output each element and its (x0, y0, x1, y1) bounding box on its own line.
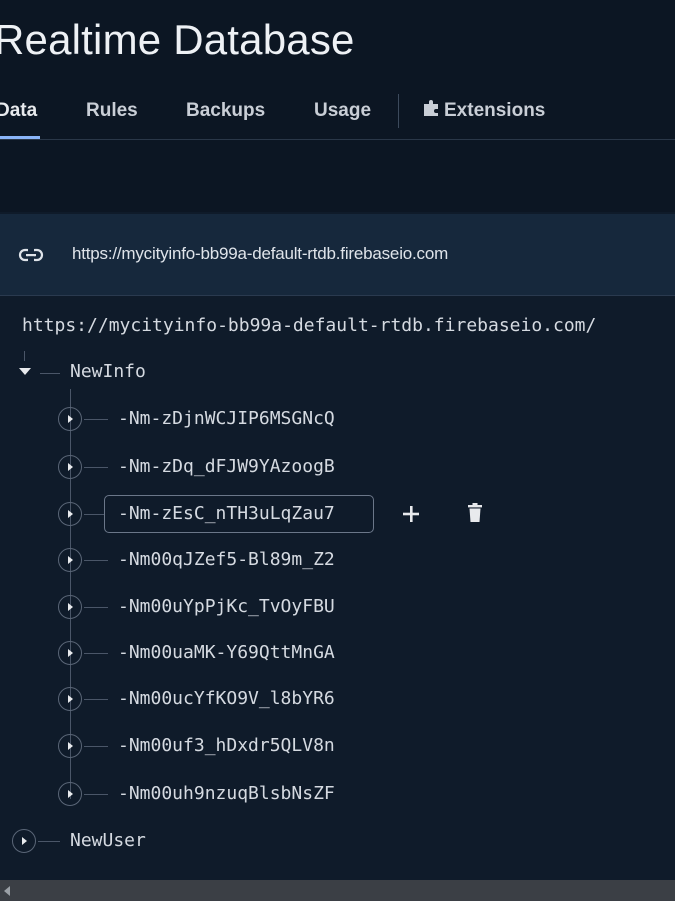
child-key[interactable]: -Nm00ucYfKO9V_l8bYR6 (118, 688, 335, 709)
collapse-icon[interactable] (18, 367, 32, 377)
tab-extensions[interactable]: Extensions (422, 100, 545, 122)
scroll-left-icon[interactable] (2, 885, 12, 897)
tab-data[interactable]: Data (0, 100, 37, 122)
expand-icon[interactable] (58, 641, 82, 665)
tabs-divider-line (0, 139, 675, 140)
expand-icon[interactable] (58, 734, 82, 758)
tree-connector (38, 841, 60, 842)
expand-icon[interactable] (58, 595, 82, 619)
expand-icon[interactable] (58, 687, 82, 711)
tree-connector (84, 607, 108, 608)
tree-connector (84, 699, 108, 700)
tree-connector (84, 419, 108, 420)
header: Realtime Database Data Rules Backups Usa… (0, 0, 675, 212)
child-key[interactable]: -Nm00uYpPjKc_TvOyFBU (118, 596, 335, 617)
tree-connector (84, 514, 104, 515)
horizontal-scrollbar[interactable] (0, 880, 675, 901)
tree-connector (84, 560, 108, 561)
child-key[interactable]: -Nm00uaMK-Y69QttMnGA (118, 642, 335, 663)
trash-icon[interactable] (467, 503, 483, 523)
child-key[interactable]: -Nm00uf3_hDxdr5QLV8n (118, 735, 335, 756)
tab-bar: Data Rules Backups Usage Extensions (0, 90, 675, 140)
expand-icon[interactable] (12, 829, 36, 853)
expand-icon[interactable] (58, 455, 82, 479)
expand-icon[interactable] (58, 782, 82, 806)
tree-connector (40, 373, 60, 374)
expand-icon[interactable] (58, 502, 82, 526)
tab-backups[interactable]: Backups (186, 100, 265, 122)
tab-divider (398, 94, 399, 128)
node-key-newinfo[interactable]: NewInfo (70, 361, 146, 382)
expand-icon[interactable] (58, 407, 82, 431)
tree-root-url[interactable]: https://mycityinfo-bb99a-default-rtdb.fi… (22, 315, 596, 336)
tab-usage[interactable]: Usage (314, 100, 371, 122)
link-icon[interactable] (18, 244, 44, 266)
plus-icon[interactable] (402, 505, 420, 523)
database-url[interactable]: https://mycityinfo-bb99a-default-rtdb.fi… (72, 244, 448, 264)
tree-connector (84, 794, 108, 795)
child-key[interactable]: -Nm00uh9nzuqBlsbNsZF (118, 783, 335, 804)
child-key[interactable]: -Nm-zDjnWCJIP6MSGNcQ (118, 408, 335, 429)
tree-connector (24, 351, 25, 361)
tree-connector (84, 467, 108, 468)
data-tree: https://mycityinfo-bb99a-default-rtdb.fi… (0, 297, 675, 879)
child-key[interactable]: -Nm-zDq_dFJW9YAzoogB (118, 456, 335, 477)
tree-connector (84, 746, 108, 747)
node-key-newuser[interactable]: NewUser (70, 830, 146, 851)
database-url-bar: https://mycityinfo-bb99a-default-rtdb.fi… (0, 214, 675, 296)
tab-rules[interactable]: Rules (86, 100, 138, 122)
tab-extensions-label: Extensions (444, 100, 546, 121)
child-key[interactable]: -Nm00qJZef5-Bl89m_Z2 (118, 549, 335, 570)
extensions-icon (422, 100, 444, 122)
tree-connector (84, 653, 108, 654)
child-key[interactable]: -Nm-zEsC_nTH3uLqZau7 (118, 503, 335, 524)
page-title: Realtime Database (0, 16, 355, 63)
expand-icon[interactable] (58, 548, 82, 572)
